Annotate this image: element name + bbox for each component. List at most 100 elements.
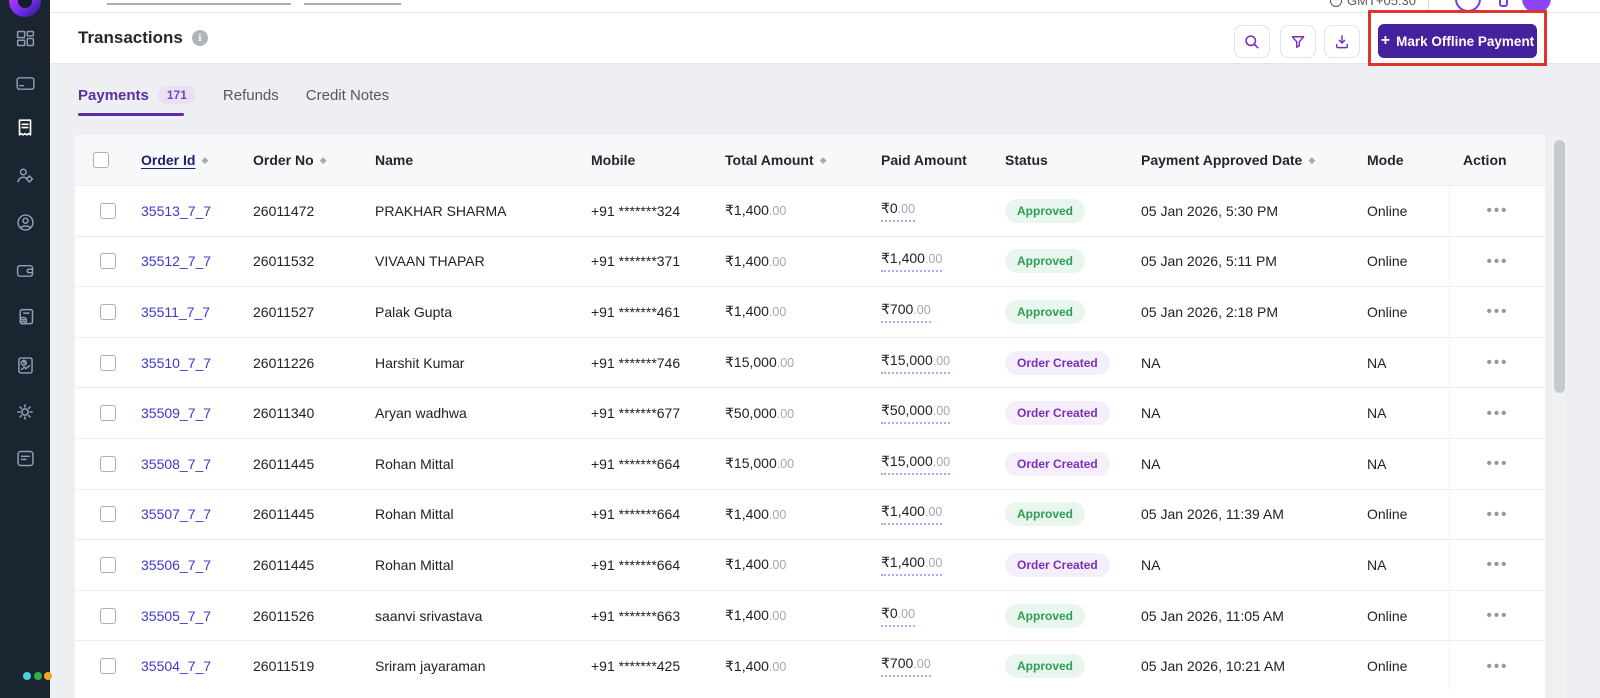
paid-amount-cell: ₹0.00 [867, 200, 991, 222]
row-checkbox[interactable] [100, 202, 116, 219]
row-actions-icon[interactable]: ••• [1487, 203, 1509, 218]
sort-icon[interactable]: ◆ [1308, 155, 1315, 166]
sidebar-item-forms[interactable] [0, 436, 50, 480]
table-header-row: Order Id ◆ Order No ◆ Name Mobile Total Amount… [75, 135, 1545, 185]
sidebar-item-student[interactable] [0, 200, 50, 244]
mode-cell: Online [1367, 202, 1408, 219]
app-logo[interactable] [9, 0, 41, 17]
row-checkbox[interactable] [100, 405, 116, 422]
total-amount-cell: ₹1,400.00 [725, 252, 787, 269]
order-id-link[interactable]: 35509_7_7 [141, 405, 211, 421]
row-actions-icon[interactable]: ••• [1487, 355, 1509, 370]
tab-credit-notes[interactable]: Credit Notes [306, 87, 389, 104]
tabs-band: Payments 171 Refunds Credit Notes [50, 63, 1600, 135]
column-header-mobile: Mobile [591, 152, 636, 168]
notifications-icon[interactable] [1499, 0, 1508, 7]
paid-amount-value[interactable]: ₹1,400.00 [881, 503, 943, 526]
sidebar-item-wallet[interactable] [0, 248, 50, 292]
row-actions-icon[interactable]: ••• [1487, 608, 1509, 623]
header-field-underline [304, 3, 401, 5]
select-all-checkbox[interactable] [93, 152, 109, 168]
row-actions-icon[interactable]: ••• [1487, 456, 1509, 471]
sort-icon[interactable]: ◆ [320, 155, 327, 166]
order-id-link[interactable]: 35512_7_7 [141, 253, 211, 269]
row-actions-icon[interactable]: ••• [1487, 507, 1509, 522]
status-cell: Approved [991, 249, 1127, 274]
order-id-link[interactable]: 35513_7_7 [141, 203, 211, 219]
paid-amount-cell: ₹50,000.00 [867, 402, 991, 425]
paid-amount-value[interactable]: ₹0.00 [881, 200, 916, 222]
sidebar-item-analytics[interactable] [0, 343, 50, 387]
tab-refunds[interactable]: Refunds [223, 87, 279, 104]
payment-approved-date-cell: 05 Jan 2026, 5:11 PM [1141, 253, 1277, 270]
column-header-total-amount[interactable]: Total Amount ◆ [711, 152, 867, 168]
sidebar-item-dashboard[interactable] [0, 16, 50, 60]
column-header-order-no[interactable]: Order No ◆ [239, 152, 361, 168]
paid-amount-value[interactable]: ₹700.00 [881, 655, 931, 678]
scrollbar-thumb[interactable] [1553, 140, 1565, 393]
order-id-link[interactable]: 35510_7_7 [141, 355, 211, 371]
payment-approved-date-cell: 05 Jan 2026, 5:30 PM [1141, 202, 1278, 219]
sidebar-item-settings[interactable] [0, 390, 50, 434]
sidebar-item-user-settings[interactable] [0, 153, 50, 197]
row-actions-icon[interactable]: ••• [1487, 659, 1509, 674]
total-amount-cell: ₹1,400.00 [725, 657, 787, 674]
column-header-status: Status [1005, 152, 1048, 168]
payments-count-badge: 171 [157, 86, 196, 104]
order-no-cell: 26011226 [253, 354, 315, 371]
filter-button[interactable] [1280, 25, 1316, 58]
row-checkbox[interactable] [100, 253, 116, 270]
sidebar-item-card-payments[interactable] [0, 61, 50, 105]
paid-amount-value[interactable]: ₹1,400.00 [881, 250, 943, 273]
row-actions-icon[interactable]: ••• [1487, 406, 1509, 421]
paid-amount-value[interactable]: ₹15,000.00 [881, 453, 951, 475]
column-header-order-id[interactable]: Order Id ◆ [127, 152, 239, 168]
paid-amount-value[interactable]: ₹1,400.00 [881, 554, 943, 576]
order-id-link[interactable]: 35511_7_7 [141, 304, 210, 320]
mark-offline-payment-button[interactable]: + Mark Offline Payment [1378, 24, 1537, 58]
row-checkbox[interactable] [100, 556, 116, 573]
status-badge: Approved [1005, 249, 1086, 274]
sort-icon[interactable]: ◆ [201, 155, 208, 166]
tab-payments[interactable]: Payments 171 [78, 86, 196, 104]
sidebar [0, 0, 52, 698]
transactions-table: Order Id ◆ Order No ◆ Name Mobile Total Amount… [75, 135, 1545, 698]
column-header-payment-approved-date[interactable]: Payment Approved Date ◆ [1127, 152, 1353, 168]
order-id-link[interactable]: 35508_7_7 [141, 456, 211, 472]
row-checkbox[interactable] [100, 506, 116, 523]
order-id-link[interactable]: 35507_7_7 [141, 506, 211, 522]
sidebar-item-fee-receipt[interactable] [0, 295, 50, 339]
mobile-cell: +91 *******425 [591, 658, 681, 675]
order-id-link[interactable]: 35504_7_7 [141, 658, 211, 674]
search-button[interactable] [1234, 25, 1270, 58]
row-checkbox[interactable] [100, 607, 116, 624]
paid-amount-value[interactable]: ₹0.00 [881, 605, 916, 627]
info-icon[interactable]: i [191, 30, 208, 46]
download-button[interactable] [1324, 25, 1360, 58]
scrollbar-track[interactable] [1552, 135, 1566, 698]
row-checkbox[interactable] [100, 455, 116, 472]
paid-amount-value[interactable]: ₹700.00 [881, 301, 931, 323]
sort-icon[interactable]: ◆ [820, 155, 827, 166]
support-icon[interactable] [1455, 0, 1481, 12]
paid-amount-cell: ₹0.00 [867, 605, 991, 627]
total-amount-cell: ₹1,400.00 [725, 303, 787, 320]
table-row: 35509_7_7 26011340 Aryan wadhwa +91 ****… [75, 387, 1545, 438]
row-actions-icon[interactable]: ••• [1487, 254, 1509, 269]
row-checkbox[interactable] [100, 658, 116, 675]
row-checkbox[interactable] [100, 303, 116, 320]
table-row: 35506_7_7 26011445 Rohan Mittal +91 ****… [75, 539, 1545, 590]
row-actions-icon[interactable]: ••• [1487, 304, 1509, 319]
order-id-link[interactable]: 35506_7_7 [141, 557, 211, 573]
order-id-link[interactable]: 35505_7_7 [141, 608, 211, 624]
paid-amount-value[interactable]: ₹50,000.00 [881, 402, 951, 425]
paid-amount-value[interactable]: ₹15,000.00 [881, 352, 951, 374]
row-checkbox[interactable] [100, 354, 116, 371]
total-amount-cell: ₹50,000.00 [725, 404, 795, 421]
avatar[interactable] [1522, 0, 1551, 12]
row-actions-icon[interactable]: ••• [1487, 557, 1509, 572]
table-row: 35505_7_7 26011526 saanvi srivastava +91… [75, 589, 1545, 641]
paid-amount-cell: ₹700.00 [867, 655, 991, 678]
sidebar-item-transactions[interactable] [0, 106, 50, 150]
status-badge: Order Created [1005, 350, 1110, 375]
